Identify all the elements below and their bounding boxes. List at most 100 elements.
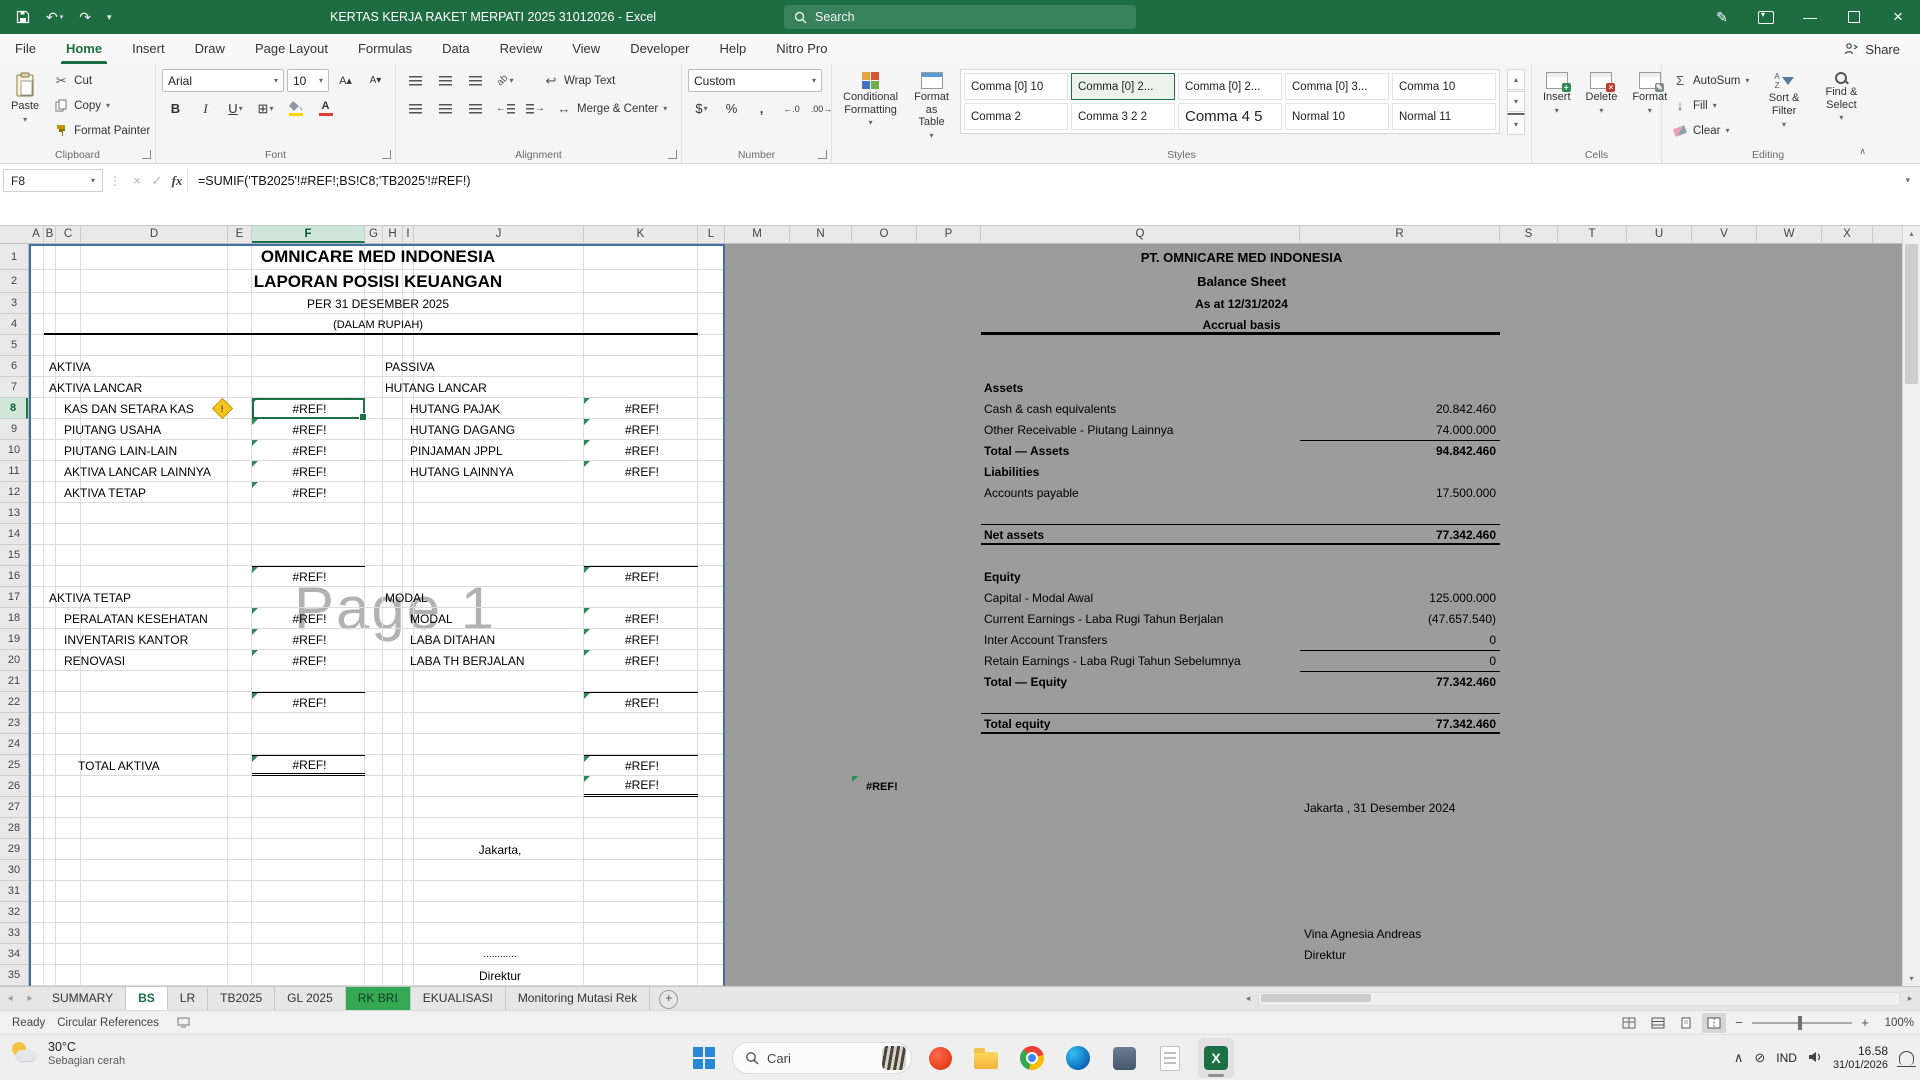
format-as-table-button[interactable]: Format as Table ▾ [908, 69, 955, 143]
row-header-31[interactable]: 31 [0, 881, 28, 902]
column-header-N[interactable]: N [790, 226, 852, 243]
cell-F25[interactable]: #REF! [252, 755, 365, 776]
clear-button[interactable]: Clear ▾ [1668, 119, 1753, 142]
row-header-4[interactable]: 4 [0, 314, 28, 335]
ribbon-tab-view[interactable]: View [557, 34, 615, 64]
merge-center-button[interactable]: ↔ Merge & Center ▾ [552, 97, 671, 120]
font-size-select[interactable]: 10 ▾ [287, 69, 329, 92]
sheet-tab-monitoring-mutasi-rek[interactable]: Monitoring Mutasi Rek [506, 987, 651, 1010]
cell-Q2[interactable]: Balance Sheet [981, 270, 1500, 293]
cell-Q18[interactable]: Current Earnings - Laba Rugi Tahun Berja… [981, 608, 1300, 629]
align-right-icon[interactable] [462, 97, 489, 120]
hscroll-left-icon[interactable]: ◂ [1240, 993, 1256, 1004]
column-header-L[interactable]: L [698, 226, 725, 243]
decrease-font-icon[interactable]: A▾ [362, 69, 389, 92]
cancel-entry-icon[interactable]: × [127, 173, 147, 188]
customize-quick-access-icon[interactable]: ▾ [107, 12, 112, 22]
cell-R33[interactable]: Vina Agnesia Andreas [1300, 923, 1500, 944]
borders-icon[interactable]: ⊞ ▾ [252, 97, 279, 120]
column-header-K[interactable]: K [584, 226, 698, 243]
cell-K20[interactable]: #REF! [584, 650, 698, 671]
zoom-in-icon[interactable]: + [1856, 1015, 1874, 1030]
new-sheet-button[interactable]: + [659, 990, 679, 1009]
column-header-T[interactable]: T [1558, 226, 1627, 243]
row-header-27[interactable]: 27 [0, 797, 28, 818]
row-header-9[interactable]: 9 [0, 419, 28, 440]
gallery-up-icon[interactable]: ▴ [1507, 69, 1525, 90]
cell-C20[interactable]: RENOVASI [56, 650, 252, 671]
fill-button[interactable]: ↓ Fill ▾ [1668, 94, 1753, 117]
cell-style-normal-11[interactable]: Normal 11 [1392, 103, 1496, 130]
cell-I9[interactable]: HUTANG DAGANG [403, 419, 584, 440]
minimize-button[interactable]: — [1788, 0, 1832, 34]
start-button[interactable] [686, 1038, 722, 1078]
row-header-23[interactable]: 23 [0, 713, 28, 734]
sheet-tab-summary[interactable]: SUMMARY [40, 987, 127, 1010]
redo-icon[interactable]: ↷ [79, 10, 91, 24]
nitro-app-button[interactable] [922, 1038, 958, 1078]
cell-A4[interactable]: (DALAM RUPIAH) [29, 314, 725, 335]
decrease-decimal-icon[interactable]: .00→ [808, 97, 835, 120]
cell-F22[interactable]: #REF! [252, 692, 365, 713]
copy-button[interactable]: Copy ▾ [49, 94, 154, 117]
row-header-11[interactable]: 11 [0, 461, 28, 482]
column-header-X[interactable]: X [1822, 226, 1873, 243]
scroll-up-icon[interactable]: ▴ [1903, 229, 1920, 238]
underline-button[interactable]: U ▾ [222, 97, 249, 120]
column-header-D[interactable]: D [81, 226, 228, 243]
ribbon-tab-formulas[interactable]: Formulas [343, 34, 427, 64]
cell-C18[interactable]: PERALATAN KESEHATAN [56, 608, 252, 629]
cell-F18[interactable]: #REF! [252, 608, 365, 629]
cell-R27[interactable]: Jakarta , 31 Desember 2024 [1300, 797, 1500, 818]
ribbon-tab-developer[interactable]: Developer [615, 34, 704, 64]
cell-Q20[interactable]: Retain Earnings - Laba Rugi Tahun Sebelu… [981, 650, 1300, 671]
formula-bar-expand-icon[interactable]: ▾ [1895, 175, 1920, 186]
cell-C10[interactable]: PIUTANG LAIN-LAIN [56, 440, 252, 461]
row-header-18[interactable]: 18 [0, 608, 28, 629]
insert-function-icon[interactable]: fx [167, 173, 187, 189]
hscroll-right-icon[interactable]: ▸ [1902, 993, 1918, 1004]
cell-A3[interactable]: PER 31 DESEMBER 2025 [29, 293, 725, 314]
cell-A1[interactable]: OMNICARE MED INDONESIA [29, 244, 725, 270]
column-header-R[interactable]: R [1300, 226, 1500, 243]
column-header-G[interactable]: G [365, 226, 383, 243]
align-left-icon[interactable] [402, 97, 429, 120]
weather-widget[interactable]: 30°C Sebagian cerah [10, 1040, 125, 1068]
cell-K25[interactable]: #REF! [584, 755, 698, 776]
cell-K18[interactable]: #REF! [584, 608, 698, 629]
tray-chevron-icon[interactable]: ∧ [1734, 1050, 1744, 1066]
share-button[interactable]: Share [1824, 34, 1920, 64]
excel-taskbar-button[interactable]: X [1198, 1038, 1234, 1078]
font-color-icon[interactable]: A [312, 97, 339, 120]
cell-J35[interactable]: Direktur [414, 965, 584, 986]
format-painter-button[interactable]: Format Painter [49, 119, 154, 142]
cell-H7[interactable]: HUTANG LANCAR [383, 377, 698, 398]
cell-Q16[interactable]: Equity [981, 566, 1300, 587]
sheet-tab-rk-bri[interactable]: RK BRI [345, 987, 411, 1010]
increase-font-icon[interactable]: A▴ [332, 69, 359, 92]
delete-cells-button[interactable]: × Delete ▾ [1581, 69, 1623, 118]
cell-J34[interactable]: ............ [414, 944, 584, 965]
fill-handle[interactable] [359, 413, 367, 421]
cell-F10[interactable]: #REF! [252, 440, 365, 461]
cell-C11[interactable]: AKTIVA LANCAR LAINNYA [56, 461, 252, 482]
zoom-slider-handle[interactable] [1798, 1015, 1802, 1030]
column-header-W[interactable]: W [1757, 226, 1822, 243]
cell-R34[interactable]: Direktur [1300, 944, 1500, 965]
cell-B6[interactable]: AKTIVA [44, 356, 252, 377]
row-header-8[interactable]: 8 [0, 398, 28, 419]
zoom-slider[interactable] [1752, 1015, 1852, 1030]
cell-I20[interactable]: LABA TH BERJALAN [403, 650, 584, 671]
chrome-button[interactable] [1014, 1038, 1050, 1078]
cell-R12[interactable]: 17.500.000 [1300, 482, 1500, 503]
sheet-tab-ekualisasi[interactable]: EKUALISASI [411, 987, 506, 1010]
cell-R10[interactable]: 94.842.460 [1300, 440, 1500, 461]
align-middle-icon[interactable] [432, 69, 459, 92]
cell-Q11[interactable]: Liabilities [981, 461, 1300, 482]
collapse-ribbon-icon[interactable]: ∧ [1859, 146, 1866, 157]
paste-button[interactable]: Paste ▾ [6, 69, 44, 127]
row-header-32[interactable]: 32 [0, 902, 28, 923]
cell-I18[interactable]: MODAL [403, 608, 584, 629]
scroll-down-icon[interactable]: ▾ [1903, 974, 1920, 983]
cell-K9[interactable]: #REF! [584, 419, 698, 440]
